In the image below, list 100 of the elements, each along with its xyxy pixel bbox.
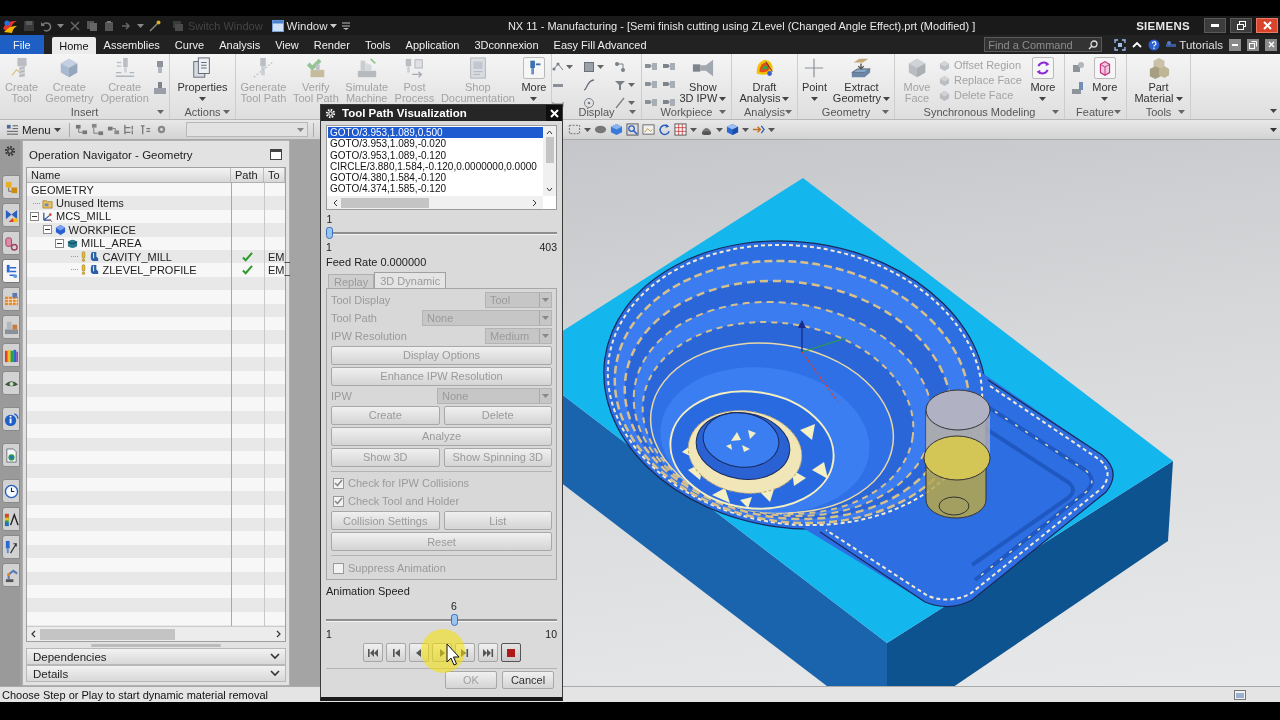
chevron-left-icon[interactable] (31, 630, 36, 639)
horizontal-scrollbar[interactable] (327, 196, 543, 209)
list-item[interactable]: CIRCLE/3.880,1.584,-0.120,0.0000000,0.0000 (328, 160, 543, 173)
ribbon-button[interactable]: More (1090, 56, 1120, 101)
tree-item[interactable]: CAVITY_MILL (102, 250, 172, 263)
caret-icon[interactable] (57, 23, 64, 28)
menu-tab[interactable]: Assemblies (96, 35, 168, 54)
caret-icon[interactable] (1270, 109, 1277, 113)
settings-icon[interactable] (4, 145, 16, 157)
caret-icon[interactable] (1270, 127, 1277, 132)
tree-item[interactable]: WORKPIECE (68, 223, 136, 236)
cross-icon[interactable] (69, 19, 81, 32)
caret-icon[interactable] (1114, 109, 1121, 114)
path-list[interactable]: GOTO/3.953,1.089,0.500 GOTO/3.953,1.089,-0.020 GOTO/3.953,1.089,-0.120 CIRCLE/3.880,1.584,-0.120,0.0000000,0.0000 GOTO/4.380,1.584,-0.120 GOTO/4.374,1.585,-0.120 (326, 125, 557, 210)
target-icon[interactable] (583, 97, 595, 109)
window-icon[interactable] (1234, 689, 1246, 700)
zoom-fit-icon[interactable] (625, 123, 639, 136)
collapsible-panel[interactable]: Dependencies (26, 648, 286, 665)
caret-icon[interactable] (597, 65, 604, 69)
navigator-tab[interactable] (2, 371, 20, 395)
selection-box-icon[interactable] (567, 123, 581, 136)
save-icon[interactable] (23, 19, 35, 32)
undo-icon[interactable] (40, 19, 52, 32)
vertical-scrollbar[interactable] (543, 126, 556, 196)
tree-item[interactable]: GEOMETRY (31, 183, 94, 196)
caret-icon[interactable] (715, 127, 723, 132)
ribbon-button[interactable]: More (519, 56, 549, 101)
menu-tab[interactable]: Tools (357, 35, 399, 54)
menu-tab[interactable]: File (0, 35, 44, 54)
funnel-icon[interactable] (614, 79, 626, 91)
node-link-icon[interactable] (614, 61, 626, 73)
list-item[interactable]: GOTO/3.953,1.089,0.500 (328, 127, 543, 139)
menu-tab[interactable]: Render (306, 35, 358, 54)
menu-tab[interactable]: 3Dconnexion (466, 35, 547, 54)
menu-tab[interactable]: Application (398, 35, 467, 54)
menu-tab[interactable]: Analysis (211, 35, 268, 54)
tool-flag-icon[interactable] (662, 61, 675, 73)
step-back-button[interactable] (385, 643, 406, 662)
navigator-tab[interactable] (2, 259, 20, 283)
menu-button[interactable]: Menu (3, 123, 64, 136)
minus-box-icon[interactable] (42, 225, 52, 235)
tree-item[interactable]: Unused Items (56, 197, 124, 210)
menu-tab[interactable]: Curve (167, 35, 212, 54)
tutorials-button[interactable]: Tutorials (1166, 38, 1223, 51)
help-icon[interactable] (1148, 38, 1161, 51)
chevron-down-icon[interactable] (270, 670, 280, 677)
splitter-handle[interactable] (91, 643, 221, 647)
scrollbar-thumb[interactable] (40, 628, 175, 640)
scrollbar-thumb[interactable] (341, 197, 429, 208)
list-item[interactable]: GOTO/4.374,1.585,-0.120 (328, 183, 543, 195)
search-icon[interactable] (1088, 39, 1099, 50)
stack-icon[interactable] (138, 123, 152, 136)
restore-button[interactable] (1247, 38, 1259, 51)
tool-flag-icon[interactable] (644, 79, 657, 91)
arrow-icon[interactable] (120, 19, 132, 32)
chevron-down-icon[interactable] (270, 653, 280, 661)
chevron-left-icon[interactable] (333, 198, 338, 207)
command-search-field[interactable]: Find a Command (984, 37, 1103, 52)
column-header[interactable]: Path (231, 167, 264, 182)
tool-flag-icon[interactable] (644, 61, 657, 73)
collapsible-panel[interactable]: Details (26, 665, 286, 682)
cube-icon[interactable] (725, 123, 739, 136)
caret-icon[interactable] (741, 127, 749, 132)
slider-thumb[interactable] (450, 614, 458, 626)
caret-icon[interactable] (583, 127, 591, 132)
menu-tab[interactable]: Easy Fill Advanced (546, 35, 655, 54)
ribbon-button[interactable]: Point (799, 56, 829, 101)
list-item[interactable]: GOTO/3.953,1.089,-0.120 (328, 149, 543, 161)
restore-button[interactable] (1230, 18, 1252, 33)
square-icon[interactable] (583, 61, 595, 73)
menu-tab[interactable]: Home (51, 37, 97, 54)
ribbon-button[interactable]: Show 3D IPW (677, 56, 729, 103)
block-tool-icon[interactable] (153, 82, 166, 94)
fit-view-icon[interactable] (1114, 38, 1127, 51)
curve-icon[interactable] (583, 79, 595, 91)
caret-icon[interactable] (157, 109, 164, 114)
ribbon-button[interactable]: More (1028, 56, 1058, 101)
wand-icon[interactable] (149, 19, 161, 32)
caret-icon[interactable] (137, 23, 144, 28)
navigator-tab[interactable] (2, 563, 20, 587)
caret-icon[interactable] (785, 109, 792, 114)
chevron-right-icon[interactable] (532, 198, 537, 207)
column-header[interactable]: To (264, 167, 285, 182)
minus-box-icon[interactable] (55, 238, 64, 248)
caret-icon[interactable] (882, 109, 889, 114)
window-menu-button[interactable]: Window (271, 19, 338, 32)
skip-to-end-button[interactable] (477, 643, 498, 662)
chevron-down-icon[interactable] (546, 187, 553, 192)
caret-icon[interactable] (1052, 109, 1059, 114)
list-item[interactable]: GOTO/3.953,1.089,-0.020 (328, 138, 543, 150)
ribbon-button[interactable]: Properties (175, 56, 230, 101)
paste-icon[interactable] (103, 19, 115, 32)
minimize-button[interactable] (1229, 38, 1241, 51)
cube-icon[interactable] (609, 123, 623, 136)
navigator-tab[interactable] (2, 507, 20, 531)
caret-icon[interactable] (566, 65, 573, 69)
stop-button[interactable] (500, 643, 521, 662)
maximize-icon[interactable] (270, 149, 282, 161)
caret-icon[interactable] (767, 127, 775, 132)
close-button[interactable] (1265, 38, 1277, 51)
